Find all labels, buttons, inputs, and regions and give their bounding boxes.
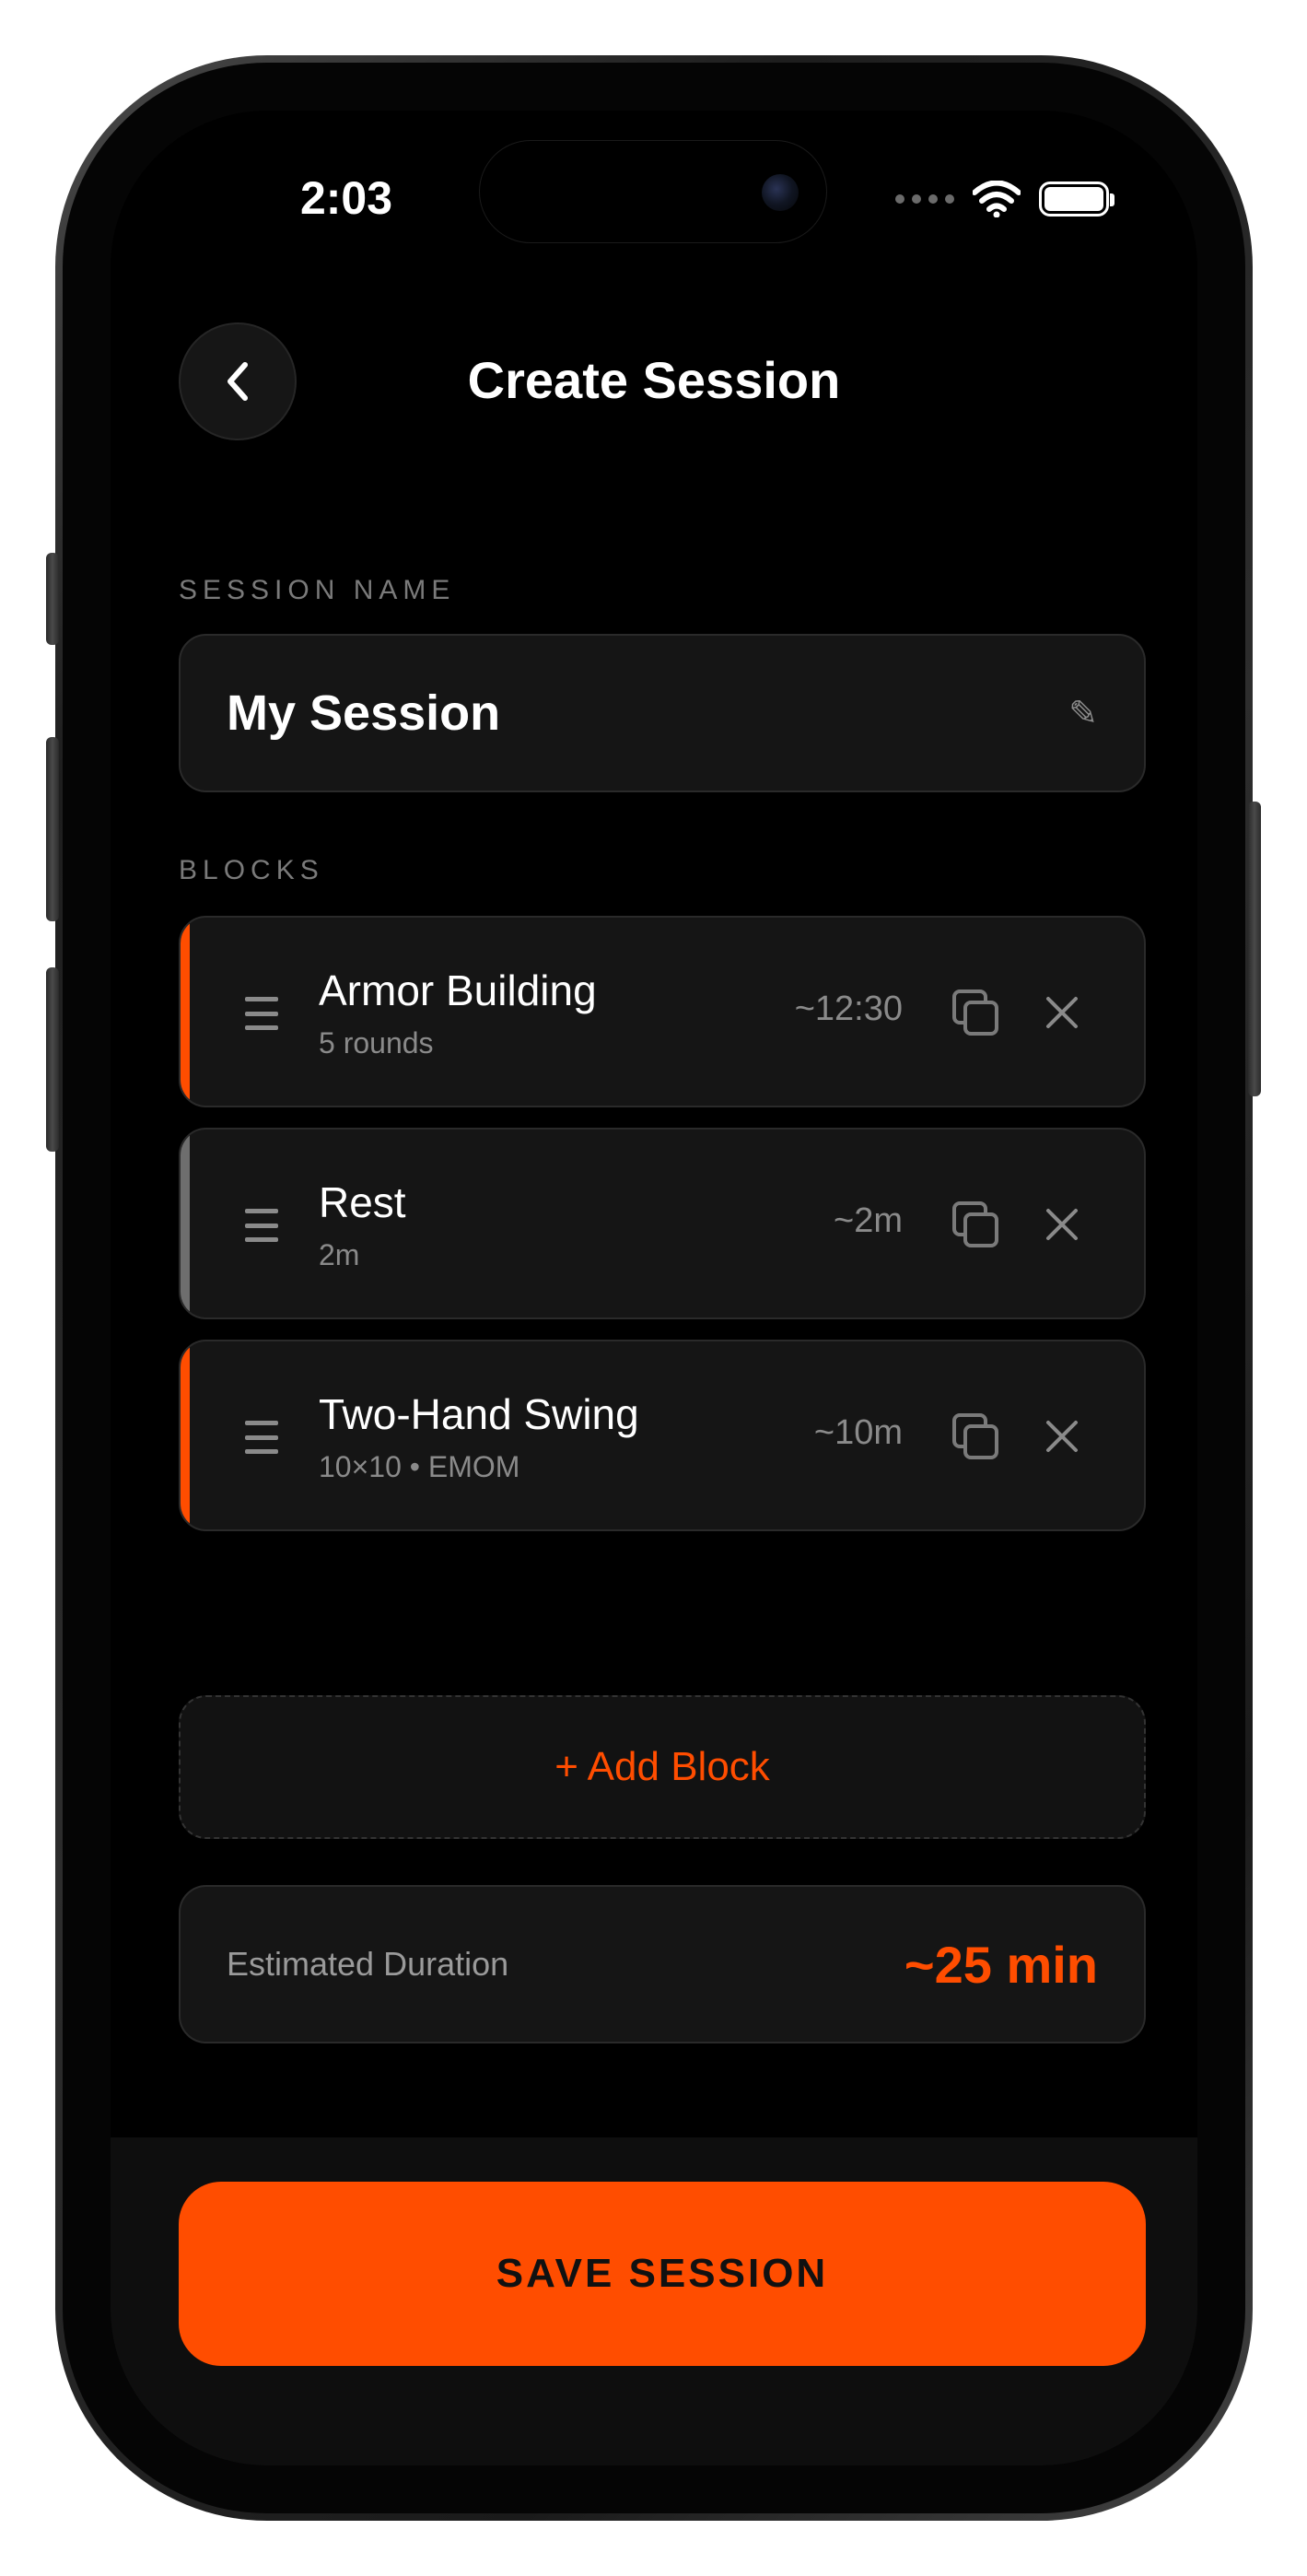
battery-icon [1039,181,1114,217]
block-subtitle: 5 rounds [319,1026,434,1060]
block-subtitle: 2m [319,1238,360,1271]
close-icon[interactable] [1041,1415,1083,1458]
wifi-icon [973,181,1021,217]
duplicate-icon[interactable] [951,1411,1000,1461]
session-name-label: SESSION NAME [179,575,456,605]
block-item[interactable]: Two-Hand Swing 10×10 • EMOM ~10m [179,1340,1146,1531]
estimated-duration-card: Estimated Duration ~25 min [179,1885,1146,2043]
close-icon[interactable] [1041,1203,1083,1246]
block-title: Armor Building [319,966,597,1014]
add-block-button[interactable]: + Add Block [179,1695,1146,1839]
drag-handle-icon[interactable] [245,1421,278,1454]
status-time: 2:03 [299,172,393,224]
status-indicators [895,181,1114,217]
block-subtitle: 10×10 • EMOM [319,1450,520,1483]
volume-down-button [46,967,59,1152]
chevron-left-icon [228,362,248,401]
action-button [46,553,59,645]
back-button[interactable] [179,322,297,440]
estimated-duration-label: Estimated Duration [227,1945,509,1983]
cellular-signal-icon [895,194,954,204]
front-camera [762,174,799,211]
block-accent-bar [181,918,190,1106]
drag-handle-icon[interactable] [245,1209,278,1242]
block-duration: ~2m [834,1201,903,1240]
dynamic-island [479,140,827,243]
blocks-label: BLOCKS [179,855,324,885]
block-title: Rest [319,1178,406,1226]
close-icon[interactable] [1041,991,1083,1034]
block-item[interactable]: Armor Building 5 rounds ~12:30 [179,916,1146,1107]
session-name-value[interactable]: My Session [227,685,1068,742]
screen: 2:03 Create Session SESSION NAME My Sess… [111,111,1197,2465]
block-title: Two-Hand Swing [319,1390,639,1438]
page-title: Create Session [467,351,841,409]
estimated-duration-value: ~25 min [904,1935,1098,1994]
block-accent-bar [181,1341,190,1529]
block-duration: ~10m [813,1413,903,1452]
block-accent-bar [181,1130,190,1317]
duplicate-icon[interactable] [951,988,1000,1037]
save-session-button[interactable]: SAVE SESSION [179,2182,1146,2366]
pencil-icon[interactable]: ✎ [1068,693,1098,734]
block-duration: ~12:30 [794,989,903,1028]
block-item[interactable]: Rest 2m ~2m [179,1128,1146,1319]
session-name-field[interactable]: My Session ✎ [179,634,1146,792]
drag-handle-icon[interactable] [245,997,278,1030]
duplicate-icon[interactable] [951,1200,1000,1249]
power-button [1248,802,1261,1096]
volume-up-button [46,737,59,921]
